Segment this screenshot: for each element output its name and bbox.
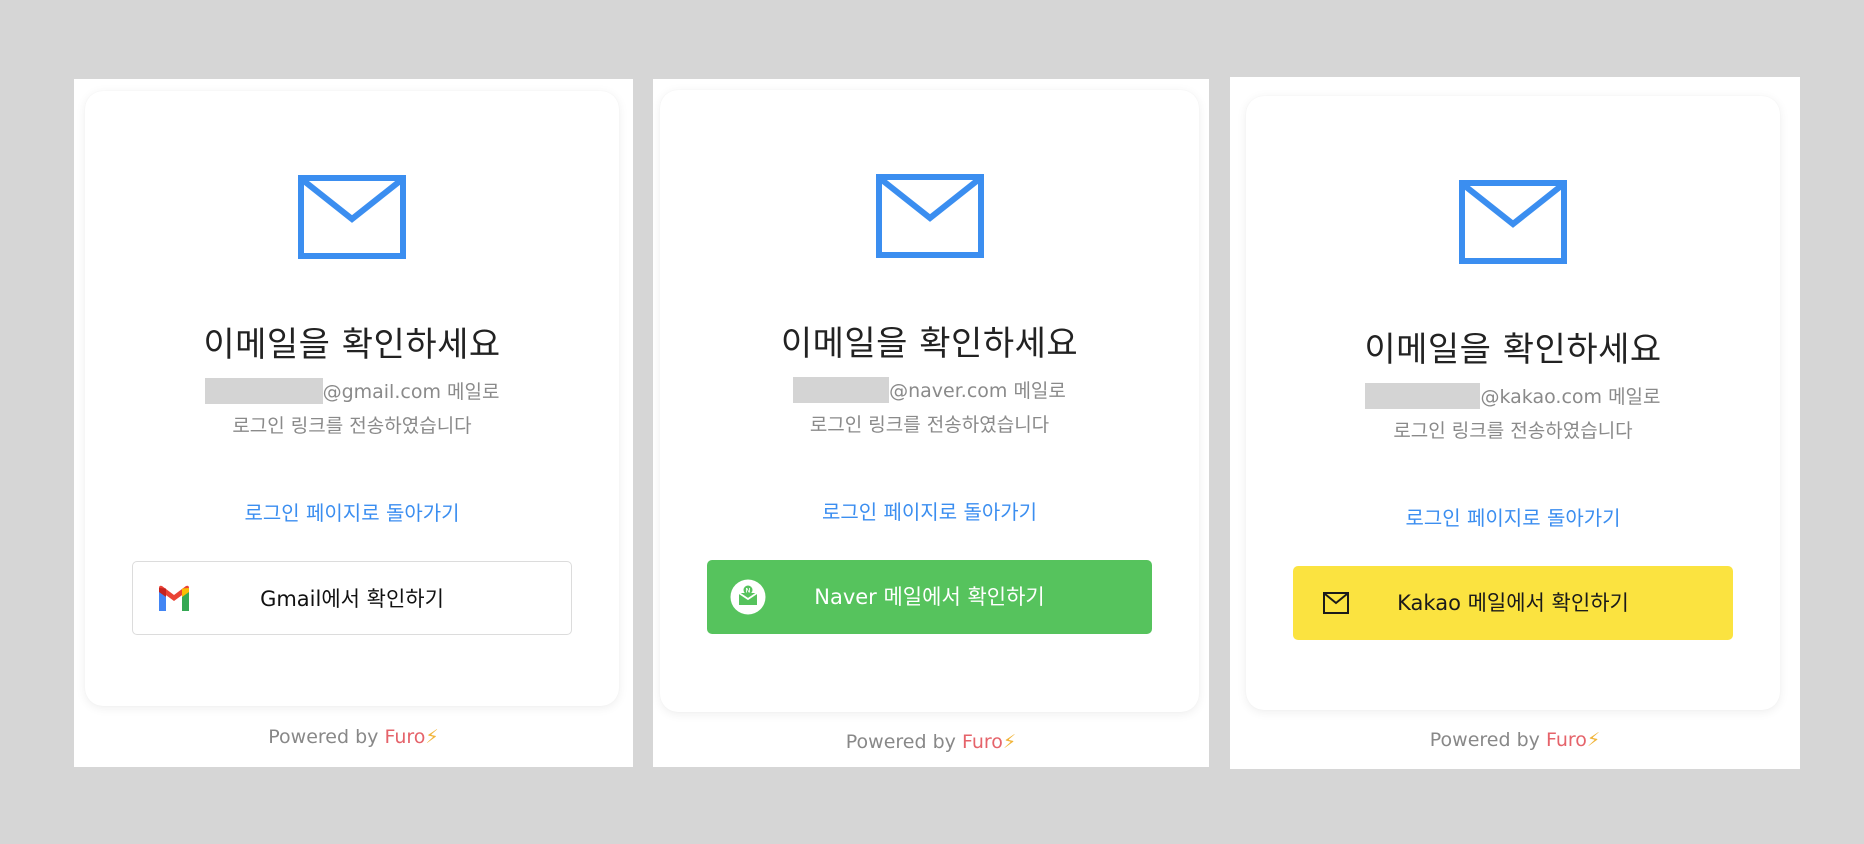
gmail-panel: 이메일을 확인하세요 @gmail.com 메일로 로그인 링크를 전송하였습니… [74,79,633,767]
sent-description: @kakao.com 메일로 로그인 링크를 전송하였습니다 [1246,380,1780,448]
lightning-icon: ⚡ [425,726,439,748]
page-title: 이메일을 확인하세요 [1364,330,1662,370]
open-kakao-mail-button[interactable]: Kakao 메일에서 확인하기 [1293,566,1733,640]
open-gmail-button[interactable]: Gmail에서 확인하기 [132,561,572,635]
email-suffix: 메일로 [1007,380,1066,402]
redacted-email-username [204,378,323,404]
sent-message: 로그인 링크를 전송하였습니다 [809,414,1050,436]
powered-by: Powered by Furo⚡ [1230,729,1800,751]
open-kakao-mail-button-label: Kakao 메일에서 확인하기 [1397,591,1629,615]
naver-panel: 이메일을 확인하세요 @naver.com 메일로 로그인 링크를 전송하였습니… [653,79,1209,767]
open-gmail-button-label: Gmail에서 확인하기 [260,587,444,611]
powered-prefix: Powered by [1429,729,1546,751]
email-suffix: 메일로 [1602,386,1661,408]
email-domain: @naver.com [889,380,1008,402]
lightning-icon: ⚡ [1002,731,1017,753]
mail-icon [298,175,406,259]
email-domain: @kakao.com [1480,386,1603,408]
back-to-login-link[interactable]: 로그인 페이지로 돌아가기 [85,497,619,526]
back-to-login-link[interactable]: 로그인 페이지로 돌아가기 [660,496,1199,525]
page-title: 이메일을 확인하세요 [203,325,501,365]
powered-prefix: Powered by [268,726,385,748]
redacted-email-username [1365,383,1481,409]
open-naver-mail-button[interactable]: N Naver 메일에서 확인하기 [707,560,1152,634]
email-confirmation-card: 이메일을 확인하세요 @kakao.com 메일로 로그인 링크를 전송하였습니… [1246,96,1780,710]
back-to-login-link[interactable]: 로그인 페이지로 돌아가기 [1246,502,1780,531]
email-line: @kakao.com 메일로 [1246,380,1780,414]
email-line: @naver.com 메일로 [660,374,1199,408]
email-suffix: 메일로 [440,381,500,403]
powered-by: Powered by Furo⚡ [653,731,1209,753]
mail-icon [1459,180,1567,264]
furo-brand: Furo [1545,729,1587,751]
sent-message: 로그인 링크를 전송하였습니다 [1393,420,1633,442]
sent-message: 로그인 링크를 전송하였습니다 [232,415,472,437]
open-naver-mail-button-label: Naver 메일에서 확인하기 [814,585,1045,609]
furo-brand: Furo [961,731,1003,753]
mail-icon [875,174,984,258]
redacted-email-username [793,377,890,403]
page-title: 이메일을 확인하세요 [780,324,1079,364]
lightning-icon: ⚡ [1586,729,1601,751]
furo-brand: Furo [384,726,426,748]
email-confirmation-card: 이메일을 확인하세요 @naver.com 메일로 로그인 링크를 전송하였습니… [660,90,1199,712]
powered-by: Powered by Furo⚡ [74,726,633,748]
sent-description: @gmail.com 메일로 로그인 링크를 전송하였습니다 [85,375,619,443]
email-domain: @gmail.com [322,381,441,403]
kakao-panel: 이메일을 확인하세요 @kakao.com 메일로 로그인 링크를 전송하였습니… [1230,77,1800,769]
powered-prefix: Powered by [845,731,962,753]
email-confirmation-card: 이메일을 확인하세요 @gmail.com 메일로 로그인 링크를 전송하였습니… [85,91,619,706]
sent-description: @naver.com 메일로 로그인 링크를 전송하였습니다 [660,374,1199,442]
email-line: @gmail.com 메일로 [85,375,619,409]
